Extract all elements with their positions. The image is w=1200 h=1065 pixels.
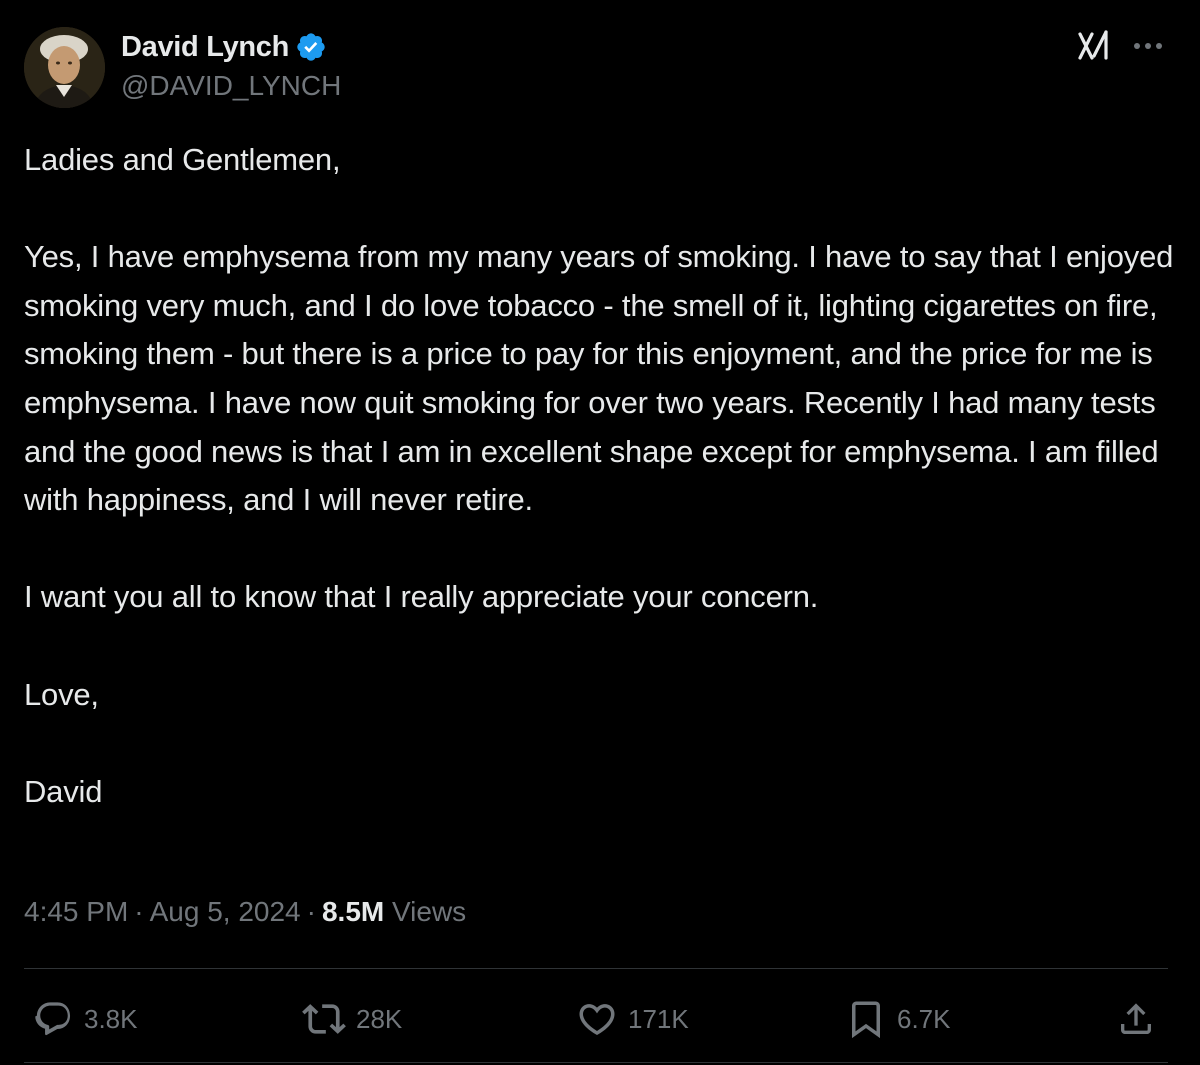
tweet-paragraph-greeting: Ladies and Gentlemen,: [24, 142, 341, 177]
tweet-paragraph-main: Yes, I have emphysema from my many years…: [24, 239, 1182, 518]
tweet-card: David Lynch @DAVID_LYNCH Ladies and Gent…: [0, 0, 1200, 1065]
bookmark-icon: [852, 1001, 880, 1039]
author-name-row: David Lynch: [121, 28, 341, 66]
reply-icon: [35, 1002, 71, 1036]
author-block: David Lynch @DAVID_LYNCH: [121, 28, 341, 102]
repost-icon: [302, 1004, 346, 1034]
bookmark-count: 6.7K: [897, 1003, 951, 1034]
tweet-metadata: 4:45 PM · Aug 5, 2024 · 8.5M Views: [24, 896, 466, 928]
bookmark-button[interactable]: 6.7K: [845, 995, 951, 1043]
reply-count: 3.8K: [84, 1003, 138, 1034]
tweet-text: Ladies and Gentlemen, Yes, I have emphys…: [24, 136, 1174, 816]
more-icon[interactable]: [1130, 30, 1166, 62]
author-handle[interactable]: @DAVID_LYNCH: [121, 70, 341, 102]
divider: [24, 968, 1168, 969]
avatar[interactable]: [24, 27, 105, 108]
avatar-portrait-image: [24, 27, 105, 108]
views-label: Views: [392, 896, 467, 927]
tweet-paragraph-signature: David: [24, 773, 103, 809]
reply-button[interactable]: 3.8K: [34, 995, 138, 1043]
action-bar: 3.8K 28K 171K 6.7K: [0, 995, 1200, 1043]
heart-icon: [579, 1004, 615, 1036]
meta-separator: ·: [134, 896, 144, 927]
tweet-paragraph-appreciation: I want you all to know that I really app…: [24, 579, 819, 615]
views-count[interactable]: 8.5M: [322, 896, 384, 927]
tweet-time[interactable]: 4:45 PM: [24, 896, 128, 927]
share-button[interactable]: [1116, 995, 1156, 1043]
repost-count: 28K: [356, 1003, 403, 1034]
repost-button[interactable]: 28K: [302, 995, 402, 1043]
tweet-paragraph-signoff: Love,: [24, 676, 99, 712]
like-button[interactable]: 171K: [576, 995, 689, 1043]
verified-badge-icon[interactable]: [295, 31, 327, 63]
author-display-name[interactable]: David Lynch: [121, 31, 289, 64]
meta-separator: ·: [306, 896, 316, 927]
bottom-divider: [24, 1062, 1168, 1063]
grok-icon[interactable]: [1076, 28, 1112, 64]
tweet-date[interactable]: Aug 5, 2024: [150, 896, 301, 927]
share-icon: [1121, 1003, 1151, 1034]
like-count: 171K: [628, 1003, 689, 1034]
